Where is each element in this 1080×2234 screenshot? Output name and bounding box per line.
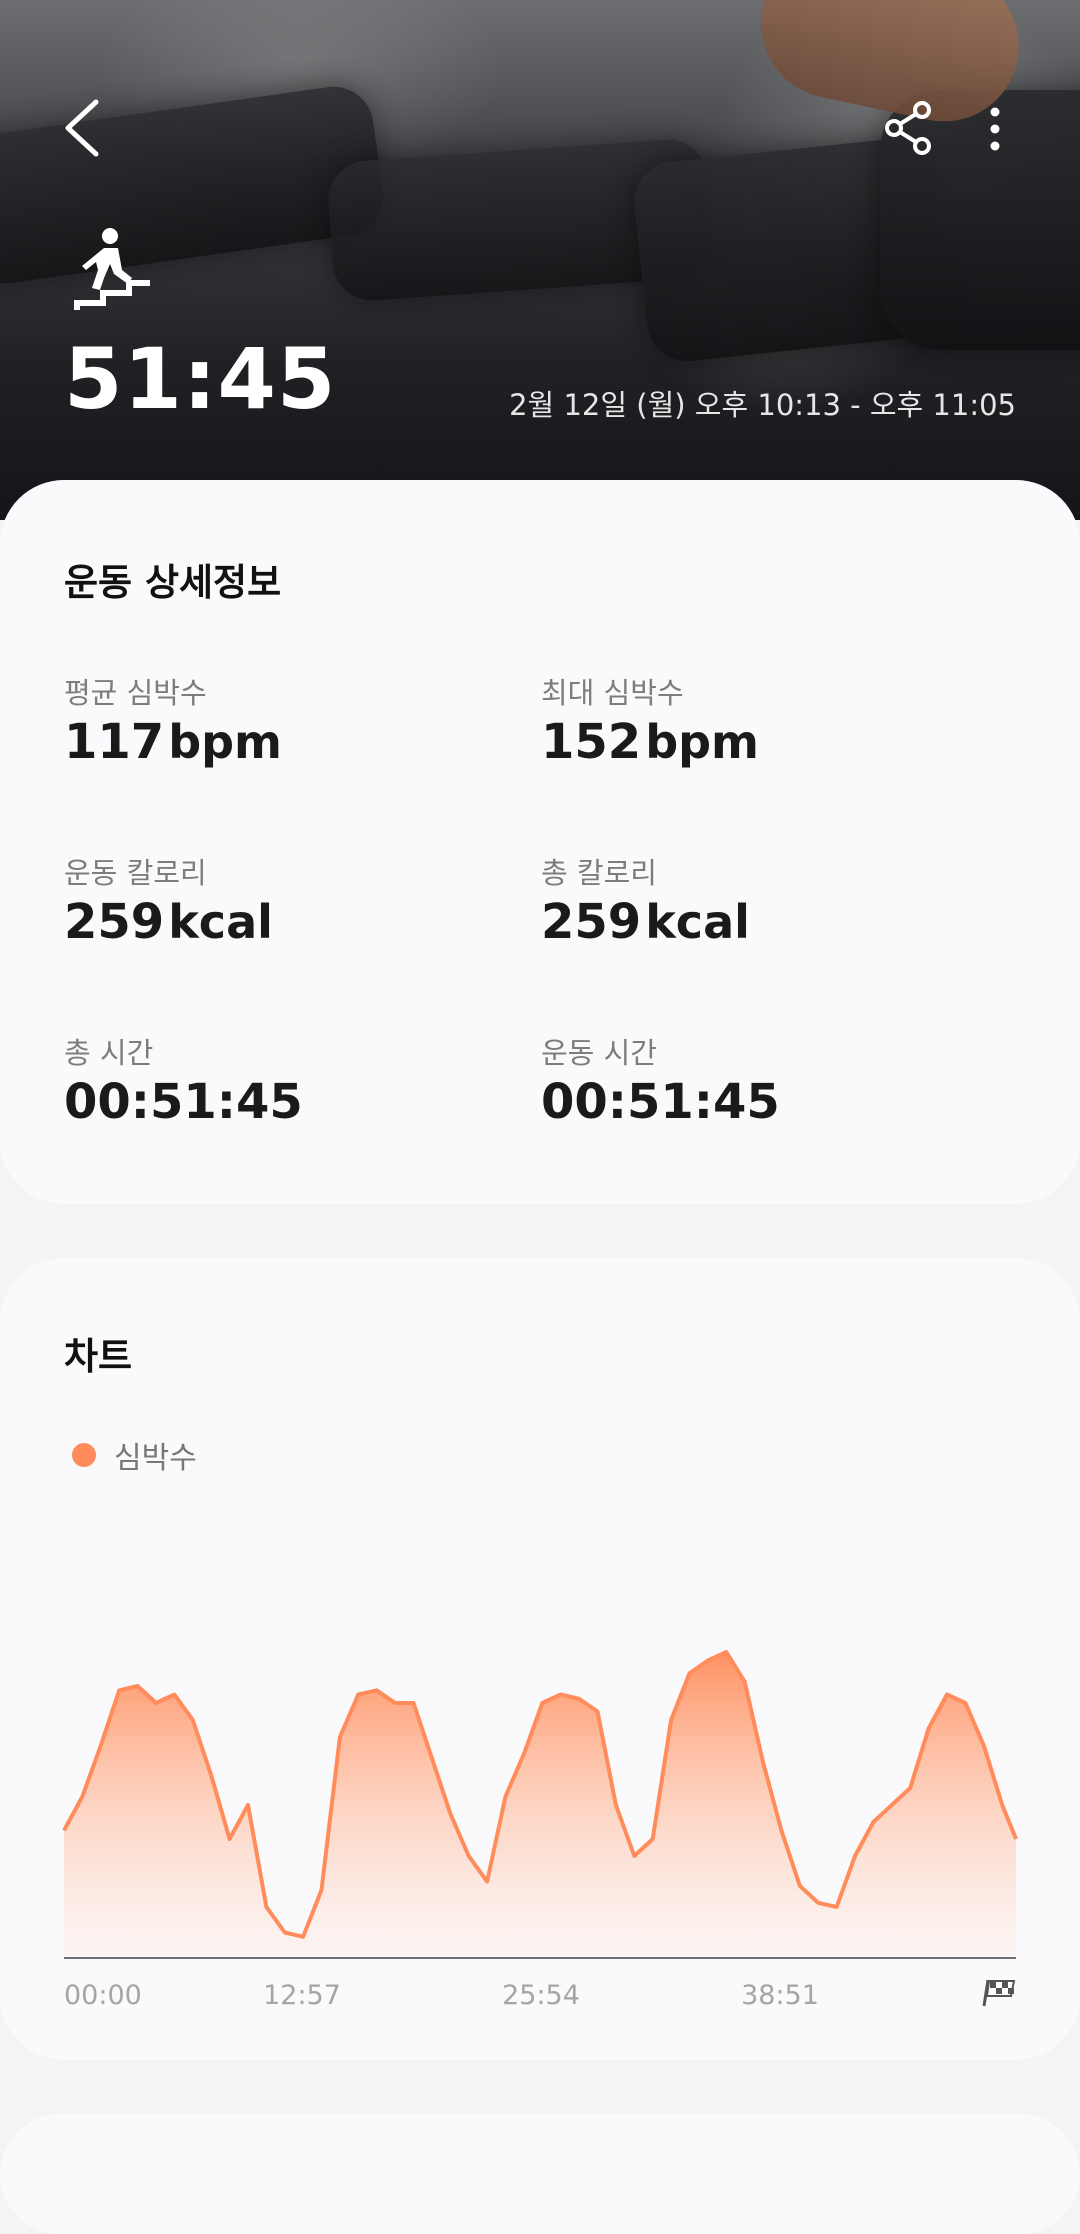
workout-details-card: 운동 상세정보 평균 심박수 117bpm 최대 심박수 152bpm 운동 칼…: [0, 480, 1080, 1204]
chevron-left-icon[interactable]: [60, 98, 106, 158]
max-heart-rate-label: 최대 심박수: [541, 676, 684, 710]
chart-card: 차트 심박수 00:00 12:57 25:54 38:51: [0, 1258, 1080, 2060]
x-tick-label: 12:57: [263, 1980, 341, 2011]
avg-heart-rate-value: 117bpm: [64, 714, 282, 770]
max-heart-rate-value: 152bpm: [541, 714, 759, 770]
x-tick-label: 00:00: [64, 1980, 142, 2011]
workout-time-label: 운동 시간: [541, 1036, 657, 1070]
workout-calories-label: 운동 칼로리: [64, 856, 207, 890]
total-time-label: 총 시간: [64, 1036, 154, 1070]
checkered-flag-icon: [982, 1979, 1016, 2007]
more-vertical-icon[interactable]: [980, 104, 1010, 154]
workout-calories-value: 259kcal: [64, 894, 273, 950]
x-tick-label: 38:51: [741, 1980, 819, 2011]
share-icon[interactable]: [882, 100, 934, 156]
heart-rate-chart: 00:00 12:57 25:54 38:51: [62, 1650, 1018, 2011]
workout-datetime: 2월 12일 (월) 오후 10:13 - 오후 11:05: [509, 388, 1016, 422]
heart-rate-area: [64, 1652, 1016, 1958]
details-title: 운동 상세정보: [64, 561, 282, 604]
total-calories-label: 총 칼로리: [541, 856, 657, 890]
total-calories-value: 259kcal: [541, 894, 750, 950]
stair-climbing-icon: [74, 228, 150, 310]
total-time-value: 00:51:45: [64, 1074, 303, 1130]
workout-time-value: 00:51:45: [541, 1074, 780, 1130]
workout-hero-header: 51:45 2월 12일 (월) 오후 10:13 - 오후 11:05: [0, 0, 1080, 520]
x-tick-label: 25:54: [502, 1980, 580, 2011]
next-card: [0, 2114, 1080, 2234]
workout-duration: 51:45: [64, 330, 337, 428]
avg-heart-rate-label: 평균 심박수: [64, 676, 207, 710]
